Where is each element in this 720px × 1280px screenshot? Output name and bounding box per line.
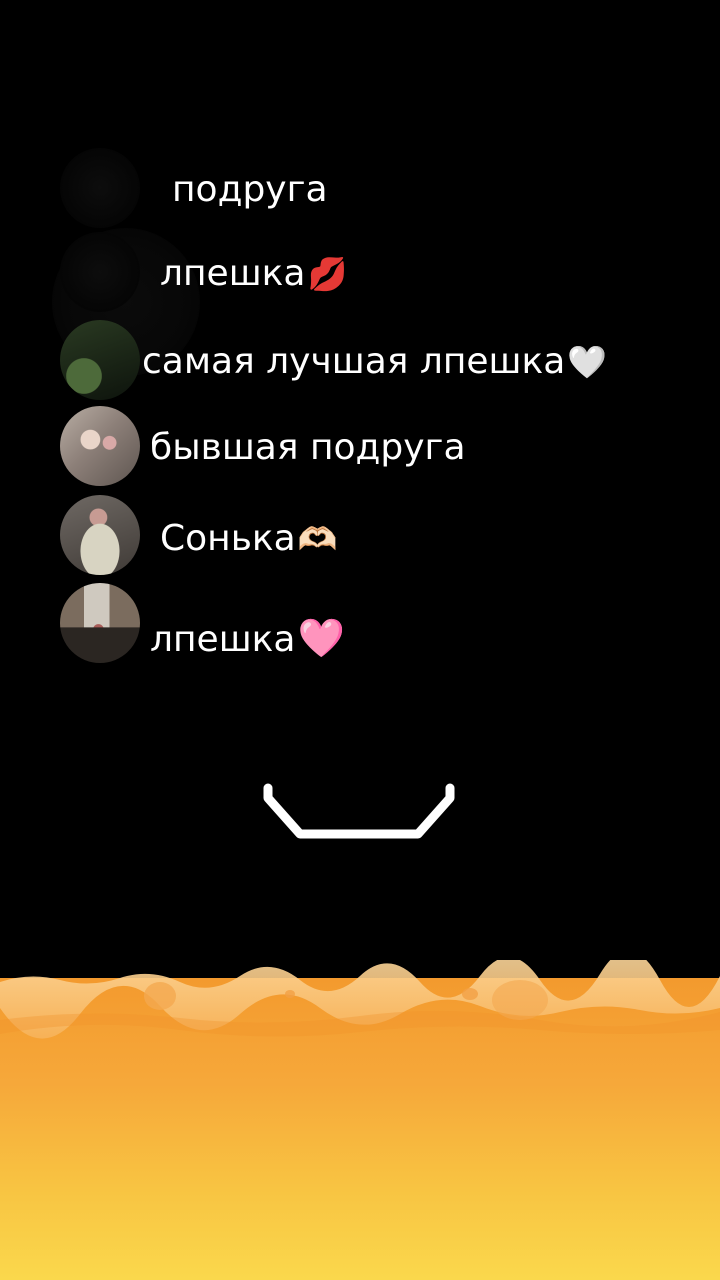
item-label: лпешка🩷 bbox=[150, 616, 345, 660]
avatar bbox=[60, 232, 140, 312]
avatar bbox=[60, 320, 140, 400]
item-label: лпешка💋 bbox=[160, 253, 348, 294]
avatar bbox=[60, 406, 140, 486]
item-label: самая лучшая лпешка🤍 bbox=[142, 341, 608, 382]
lava-surface bbox=[0, 960, 720, 1280]
avatar bbox=[60, 495, 140, 575]
avatar bbox=[60, 583, 140, 663]
game-stage: подруга лпешка💋 самая лучшая лпешка🤍 быв… bbox=[0, 0, 720, 1280]
claw-grabber-icon[interactable] bbox=[260, 780, 460, 850]
item-label: бывшая подруга bbox=[150, 427, 466, 468]
avatar bbox=[60, 148, 140, 228]
item-label: Сонька🫶🏻 bbox=[160, 518, 338, 559]
item-label: подруга bbox=[172, 169, 328, 210]
